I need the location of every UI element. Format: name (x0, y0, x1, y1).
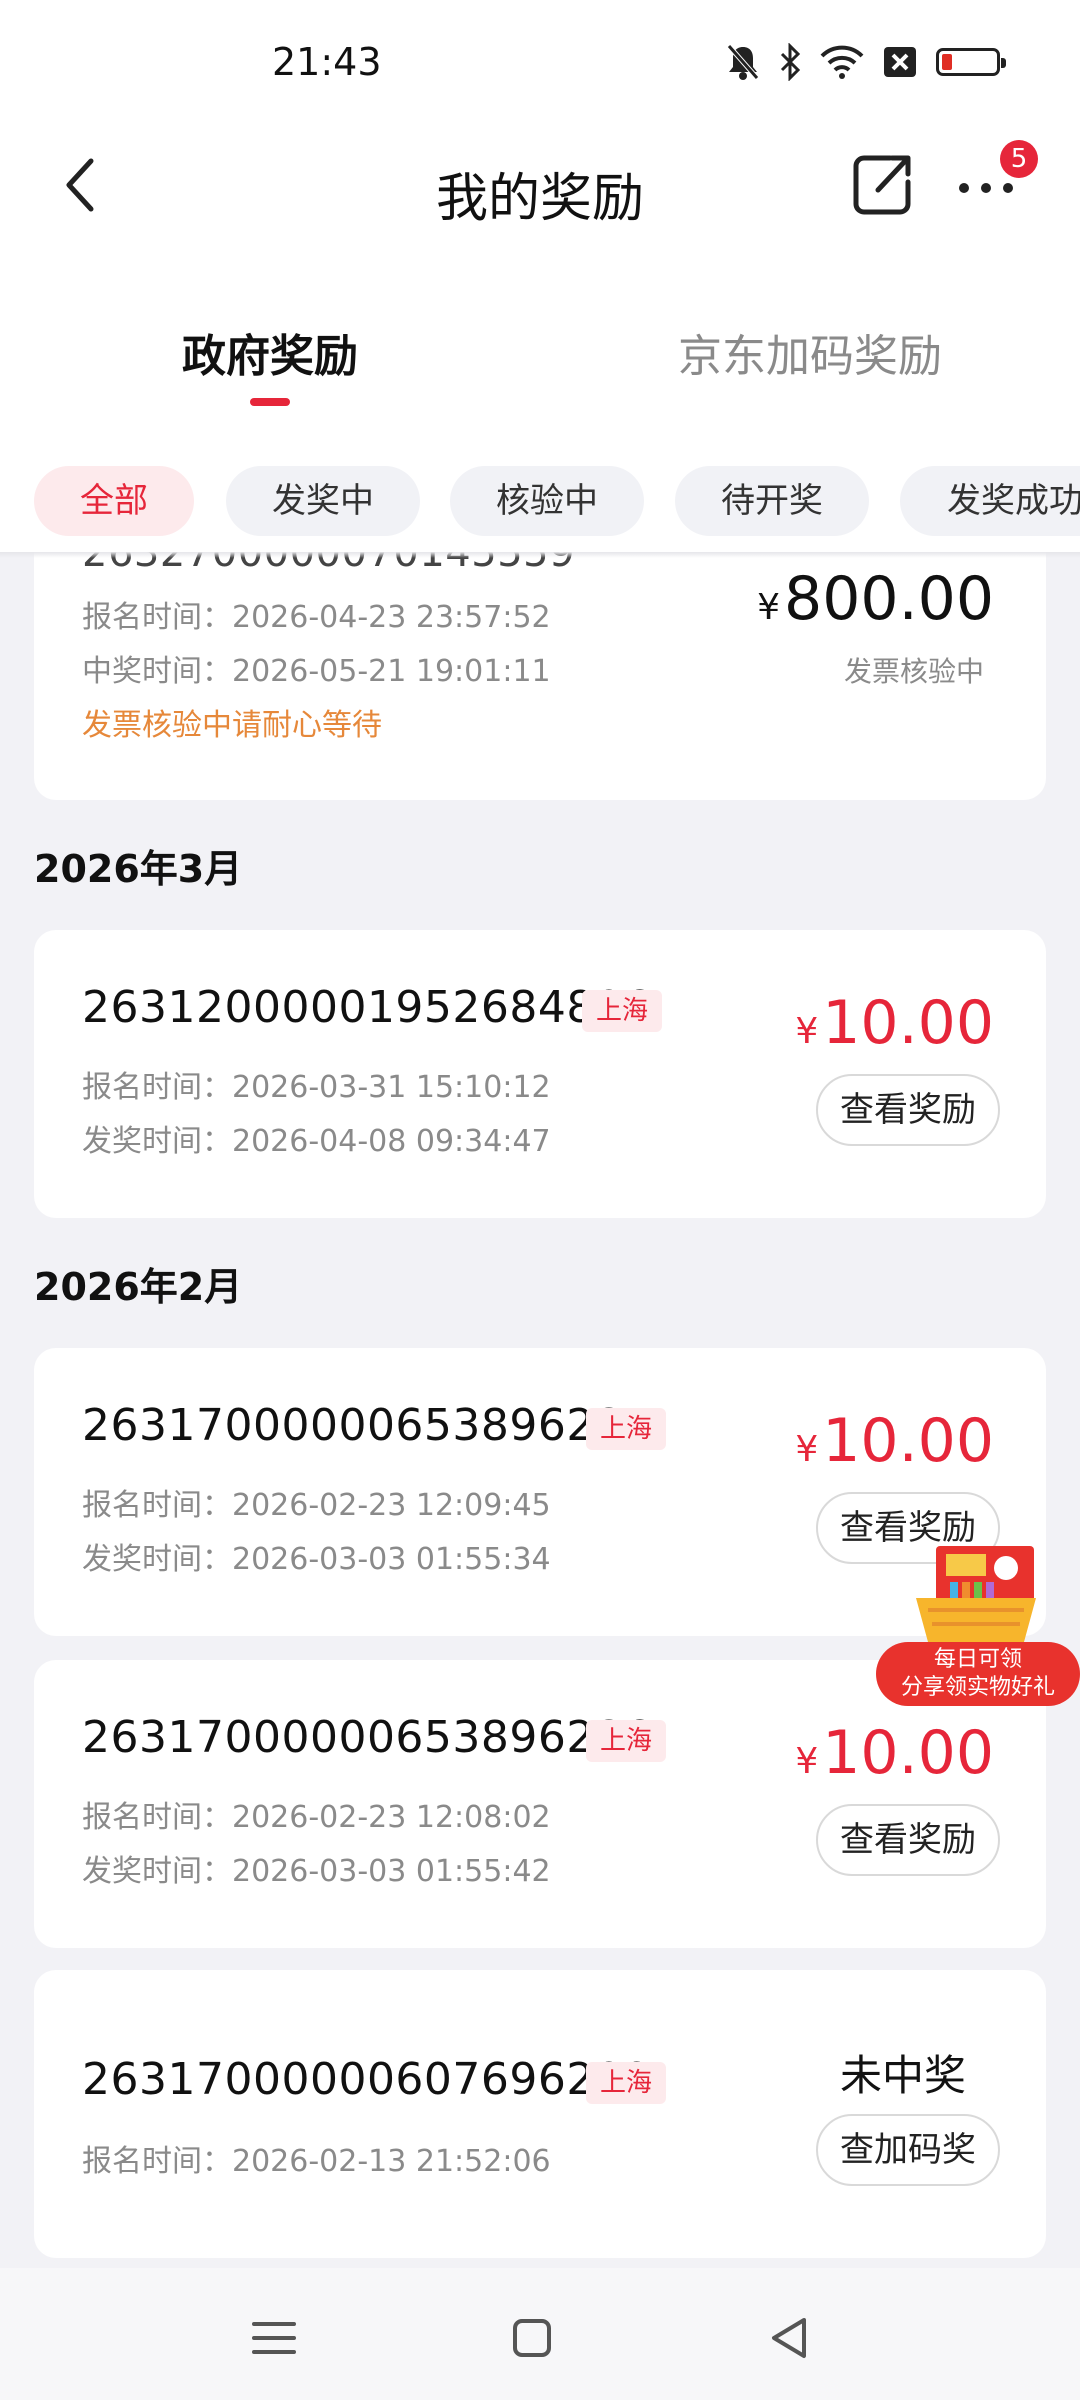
filter-chips: 全部 发奖中 核验中 待开奖 发奖成功 (0, 466, 1080, 538)
top-bar: 21:43 我的奖励 5 政府奖励 京东加码奖励 全部 发奖中 核验中 待开奖 … (0, 0, 1080, 552)
order-number: 26317000000653896286 (82, 1712, 652, 1763)
reward-card[interactable]: 26312000001952684806 上海 报名时间：2026-03-31 … (34, 930, 1046, 1218)
top-bar-shadow (0, 552, 1080, 558)
signup-time: 报名时间：2026-04-23 23:57:52 (82, 600, 551, 635)
city-tag: 上海 (586, 1720, 667, 1762)
status-bar: 21:43 (0, 0, 1080, 120)
reward-amount: ¥10.00 (795, 1406, 994, 1476)
order-number: 26312000001952684806 (82, 982, 652, 1033)
tab-jd-bonus-reward[interactable]: 京东加码奖励 (540, 320, 1080, 384)
status-icons (726, 40, 1006, 84)
system-nav-bar (0, 2268, 1080, 2400)
home-icon[interactable] (502, 2308, 562, 2368)
tab-government-reward[interactable]: 政府奖励 (0, 320, 540, 384)
battery-icon (936, 48, 1006, 76)
promo-label: 每日可领 分享领实物好礼 (876, 1642, 1080, 1706)
sim-blocked-icon (884, 47, 916, 77)
order-number: 26317000000653896285 (82, 1400, 652, 1451)
wifi-icon (820, 45, 864, 79)
status-time: 21:43 (272, 40, 382, 84)
filter-award-success[interactable]: 发奖成功 (900, 466, 1080, 536)
share-icon[interactable] (848, 150, 918, 220)
notification-badge: 5 (1000, 140, 1038, 178)
filter-awarding[interactable]: 发奖中 (226, 466, 420, 536)
city-tag: 上海 (586, 1408, 667, 1450)
reward-amount: ¥800.00 (757, 564, 994, 634)
promo-float[interactable]: 每日可领 分享领实物好礼 (872, 1538, 1080, 1708)
active-tab-indicator (250, 398, 290, 406)
page-title: 我的奖励 (435, 169, 644, 229)
check-bonus-button[interactable]: 查加码奖 (816, 2114, 1000, 2186)
win-time: 中奖时间：2026-05-21 19:01:11 (82, 654, 551, 689)
mute-bell-icon (727, 44, 759, 80)
filter-all[interactable]: 全部 (34, 466, 194, 536)
signup-time: 报名时间：2026-03-31 15:10:12 (82, 1070, 551, 1105)
month-header-february: 2026年2月 (34, 1265, 243, 1309)
city-tag: 上海 (586, 2062, 667, 2104)
verification-note: 发票核验中请耐心等待 (82, 708, 382, 743)
menu-icon[interactable] (244, 2308, 304, 2368)
city-tag: 上海 (582, 990, 663, 1032)
award-time: 发奖时间：2026-04-08 09:34:47 (82, 1124, 551, 1159)
award-time: 发奖时间：2026-03-03 01:55:42 (82, 1854, 551, 1889)
signup-time: 报名时间：2026-02-13 21:52:06 (82, 2144, 551, 2179)
filter-verifying[interactable]: 核验中 (450, 466, 644, 536)
back-triangle-icon[interactable] (760, 2308, 820, 2368)
bluetooth-icon (780, 43, 801, 81)
reward-card[interactable]: 26317000000607696209 上海 报名时间：2026-02-13 … (34, 1970, 1046, 2258)
gift-basket-icon (916, 1546, 1036, 1642)
reward-amount: ¥10.00 (795, 1718, 994, 1788)
view-reward-button[interactable]: 查看奖励 (816, 1074, 1000, 1146)
filter-pending-draw[interactable]: 待开奖 (675, 466, 869, 536)
award-time: 发奖时间：2026-03-03 01:55:34 (82, 1542, 551, 1577)
signup-time: 报名时间：2026-02-23 12:08:02 (82, 1800, 551, 1835)
reward-tabs: 政府奖励 京东加码奖励 (0, 300, 1080, 420)
reward-amount: ¥10.00 (795, 988, 994, 1058)
view-reward-button[interactable]: 查看奖励 (816, 1804, 1000, 1876)
signup-time: 报名时间：2026-02-23 12:09:45 (82, 1488, 551, 1523)
month-header-march: 2026年3月 (34, 847, 243, 891)
status-text: 发票核验中 (843, 655, 984, 688)
order-number: 26317000000607696209 (82, 2054, 652, 2105)
nav-bar: 我的奖励 (0, 120, 1080, 250)
lottery-result: 未中奖 (839, 2051, 966, 2100)
